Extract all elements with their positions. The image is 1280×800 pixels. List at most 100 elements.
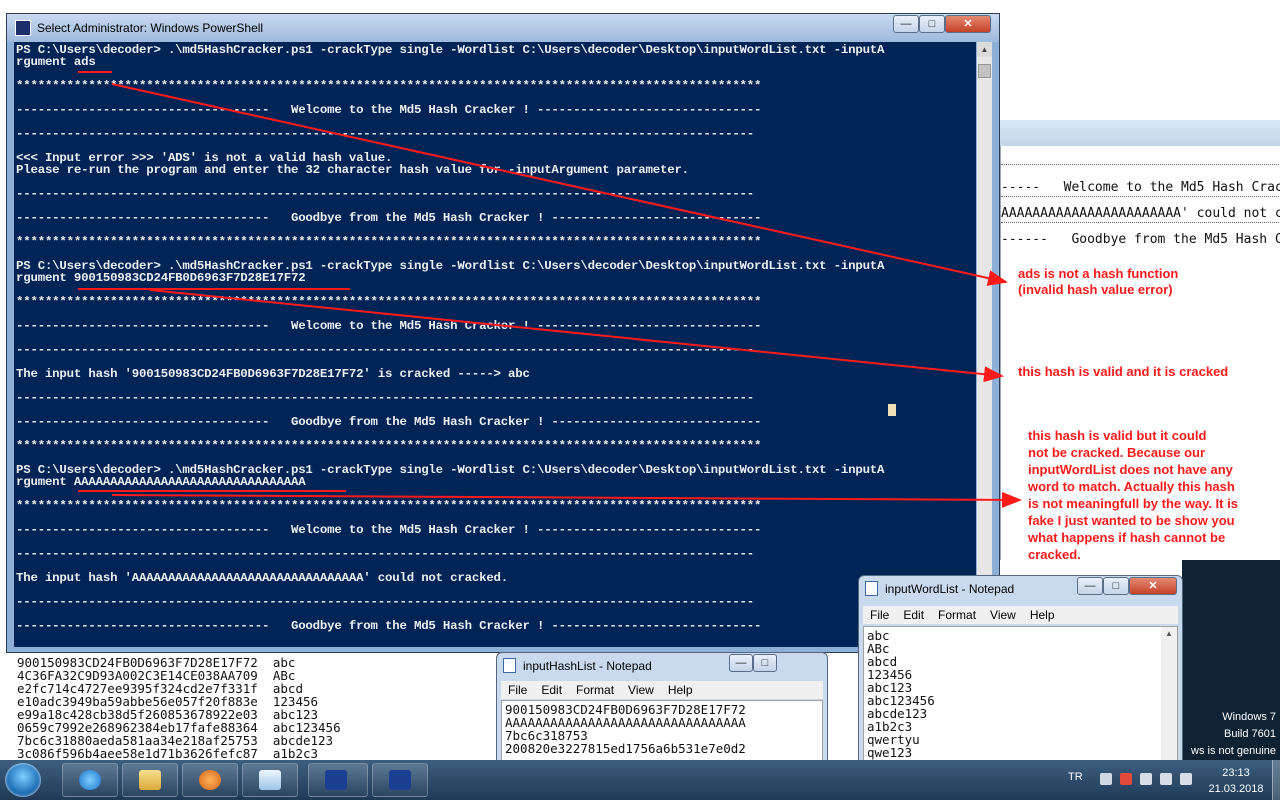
notepad-hash-menubar: File Edit Format View Help <box>501 681 823 699</box>
maximize-button[interactable]: □ <box>919 15 945 33</box>
language-indicator[interactable]: TR <box>1068 771 1083 783</box>
genuine-notice-label: ws is not genuine <box>1191 745 1276 757</box>
editor-line: 200820e3227815ed1756a6b531e7e0d2 <box>505 741 746 756</box>
maximize-button[interactable]: □ <box>753 654 777 672</box>
notepad-word-editor[interactable]: abc ABc abcd 123456 abc123 abc123456 abc… <box>863 626 1178 762</box>
annotation-cracked-hash: this hash is valid and it is cracked <box>1018 364 1228 380</box>
minimize-button[interactable]: — <box>729 654 753 672</box>
powershell-icon <box>15 20 31 36</box>
background-window-line: ----- Welcome to the Md5 Hash Crac <box>1001 180 1280 195</box>
power-icon[interactable] <box>1160 773 1172 785</box>
annotation-invalid-hash: ads is not a hash function (invalid hash… <box>1018 266 1178 298</box>
taskbar-media-player[interactable] <box>182 763 238 797</box>
clock-date[interactable]: 21.03.2018 <box>1200 783 1272 795</box>
console-line: ----------------------------------------… <box>16 391 755 405</box>
background-window-divider <box>1001 164 1280 165</box>
minimize-button[interactable]: — <box>893 15 919 33</box>
menu-help[interactable]: Help <box>668 683 693 697</box>
menu-view[interactable]: View <box>990 608 1016 622</box>
console-line: rgument AAAAAAAAAAAAAAAAAAAAAAAAAAAAAAAA <box>16 475 306 489</box>
hash-list-line: 3c086f596b4aee58e1d71b3626fefc87 a1b2c3 <box>17 746 319 761</box>
scroll-up-icon[interactable]: ▲ <box>977 42 992 57</box>
notepad-word-menubar: File Edit Format View Help <box>863 606 1178 624</box>
notepad-icon <box>503 658 516 673</box>
menu-view[interactable]: View <box>628 683 654 697</box>
console-line: ****************************************… <box>16 499 762 513</box>
action-center-icon[interactable] <box>1120 773 1132 785</box>
close-button[interactable]: ✕ <box>1129 577 1177 595</box>
clock-time[interactable]: 23:13 <box>1206 767 1266 779</box>
windows-version-label: Windows 7 <box>1222 711 1276 723</box>
console-line: rgument ads <box>16 55 96 69</box>
show-desktop-button[interactable] <box>1272 760 1280 800</box>
notepad-hash-window[interactable]: inputHashList - Notepad — □ File Edit Form… <box>496 652 828 762</box>
hash-list-window[interactable]: 900150983CD24FB0D6963F7D28E17F72 abc 4C3… <box>0 650 395 760</box>
annotation-line: cracked. <box>1028 547 1081 562</box>
menu-edit[interactable]: Edit <box>903 608 924 622</box>
annotation-uncracked-hash: this hash is valid but it could not be c… <box>1028 427 1238 563</box>
volume-icon[interactable] <box>1180 773 1192 785</box>
console-line: ----------------------------------------… <box>16 547 755 561</box>
close-button[interactable]: ✕ <box>945 15 991 33</box>
vertical-scrollbar[interactable]: ▲ <box>977 42 992 647</box>
console-line: ----------------------------------------… <box>16 127 755 141</box>
show-hidden-icons-icon[interactable] <box>1100 773 1112 785</box>
console-line: rgument 900150983CD24FB0D6963F7D28E17F72 <box>16 271 306 285</box>
background-window-line: AAAAAAAAAAAAAAAAAAAAAAA' could not cr <box>1001 206 1280 221</box>
console-line: ----------------------------------------… <box>16 343 755 357</box>
taskbar-internet-explorer[interactable] <box>62 763 118 797</box>
annotation-line: inputWordList does not have any <box>1028 462 1233 477</box>
background-window-divider <box>1001 222 1280 223</box>
notepad-hash-editor[interactable]: 900150983CD24FB0D6963F7D28E17F72 AAAAAAA… <box>501 700 823 762</box>
annotation-line: ads is not a hash function <box>1018 266 1179 281</box>
taskbar-notepad[interactable] <box>242 763 298 797</box>
taskbar-powershell-1[interactable] <box>308 763 368 797</box>
vertical-scrollbar[interactable]: ▲ <box>1161 627 1177 761</box>
console-line: ----------------------------------- Good… <box>16 211 762 225</box>
console-line: ----------------------------------- Welc… <box>16 319 762 333</box>
powershell-titlebar[interactable]: Select Administrator: Windows PowerShell… <box>7 14 999 42</box>
menu-help[interactable]: Help <box>1030 608 1055 622</box>
scroll-up-icon[interactable]: ▲ <box>1165 629 1173 638</box>
background-window-divider <box>1001 196 1280 197</box>
start-button[interactable] <box>5 763 41 797</box>
annotation-line: fake I just wanted to be show you <box>1028 513 1235 528</box>
annotation-line: this hash is valid but it could <box>1028 428 1207 443</box>
console-line: ----------------------------------- Welc… <box>16 523 762 537</box>
menu-format[interactable]: Format <box>576 683 614 697</box>
notepad-word-title: inputWordList - Notepad <box>885 582 1015 596</box>
console-line: ****************************************… <box>16 235 762 249</box>
background-window-line: ------ Goodbye from the Md5 Hash C <box>1001 232 1280 247</box>
console-line: ****************************************… <box>16 79 762 93</box>
menu-file[interactable]: File <box>508 683 527 697</box>
console-line: ----------------------------------- Good… <box>16 415 762 429</box>
annotation-line: not be cracked. Because our <box>1028 445 1206 460</box>
console-line: The input hash '900150983CD24FB0D6963F7D… <box>16 367 530 381</box>
taskbar-powershell-2[interactable] <box>372 763 428 797</box>
powershell-icon <box>325 770 347 790</box>
scrollbar-thumb[interactable] <box>978 64 991 78</box>
annotation-line: word to match. Actually this hash <box>1028 479 1235 494</box>
network-icon[interactable] <box>1140 773 1152 785</box>
powershell-window[interactable]: Select Administrator: Windows PowerShell… <box>6 13 1000 653</box>
notepad-word-window[interactable]: inputWordList - Notepad — □ ✕ File Edit Fo… <box>858 575 1183 762</box>
background-window-titlebar[interactable] <box>1000 120 1280 146</box>
console-output[interactable]: PS C:\Users\decoder> .\md5HashCracker.ps… <box>14 42 976 647</box>
annotation-line: what happens if hash cannot be <box>1028 530 1226 545</box>
maximize-button[interactable]: □ <box>1103 577 1129 595</box>
console-line: PS C:\Users\decoder> .\md5HashCracker.ps… <box>16 43 885 57</box>
menu-file[interactable]: File <box>870 608 889 622</box>
media-player-icon <box>199 770 221 790</box>
annotation-line: (invalid hash value error) <box>1018 282 1173 297</box>
console-line: ----------------------------------------… <box>16 187 755 201</box>
console-line: ****************************************… <box>16 439 762 453</box>
minimize-button[interactable]: — <box>1077 577 1103 595</box>
notepad-icon <box>865 581 878 596</box>
menu-format[interactable]: Format <box>938 608 976 622</box>
annotation-line: this hash is valid and it is cracked <box>1018 364 1229 379</box>
console-line: The input hash 'AAAAAAAAAAAAAAAAAAAAAAAA… <box>16 571 509 585</box>
menu-edit[interactable]: Edit <box>541 683 562 697</box>
console-line: ----------------------------------- Good… <box>16 619 762 633</box>
window-title: Select Administrator: Windows PowerShell <box>37 21 264 35</box>
taskbar-file-explorer[interactable] <box>122 763 178 797</box>
